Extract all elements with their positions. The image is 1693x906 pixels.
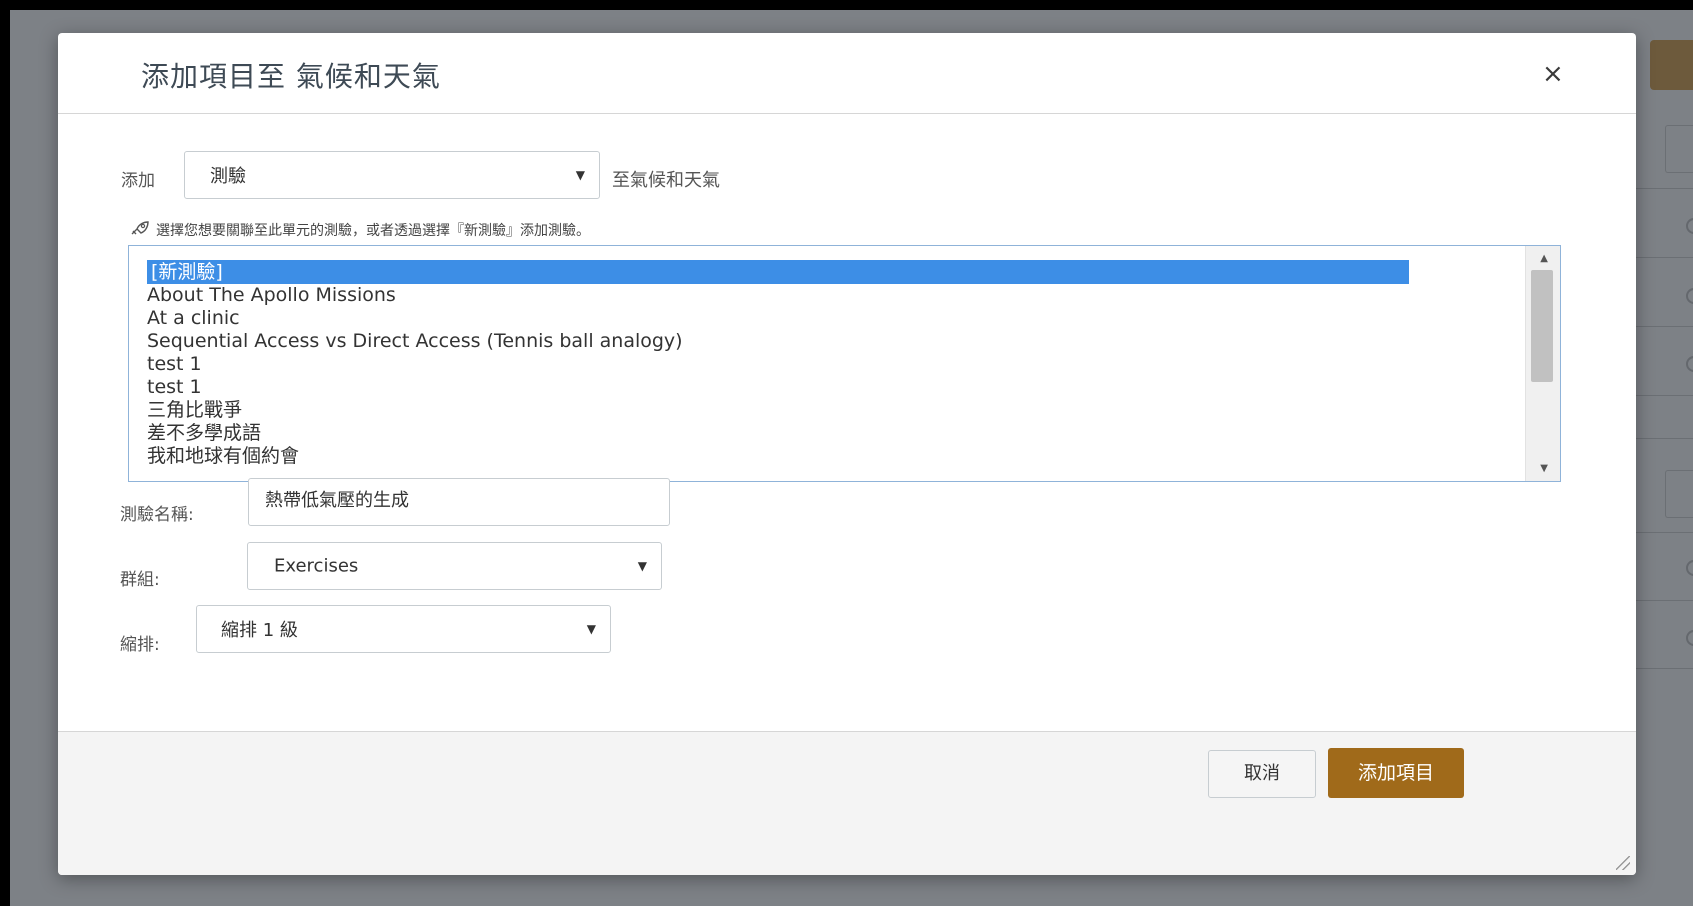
resize-handle-icon[interactable] <box>1616 856 1630 870</box>
dialog-footer: 取消 添加項目 <box>58 731 1636 875</box>
background-divider <box>1635 188 1693 189</box>
hint-text: 選擇您想要關聯至此單元的測驗，或者透過選擇『新測驗』添加測驗。 <box>156 223 590 239</box>
list-item[interactable]: 差不多學成語 <box>147 421 261 445</box>
quiz-name-input[interactable]: 熱帶低氣壓的生成 <box>248 478 670 526</box>
background-divider <box>1635 326 1693 327</box>
group-label: 群組: <box>120 570 160 590</box>
indent-label: 縮排: <box>120 635 160 655</box>
list-item[interactable]: Sequential Access vs Direct Access (Tenn… <box>147 329 683 353</box>
background-gear-icon <box>1686 356 1693 372</box>
list-item[interactable]: 我和地球有個約會 <box>147 444 299 468</box>
listbox-scrollbar[interactable]: ▲ ▼ <box>1525 246 1560 481</box>
list-item[interactable]: About The Apollo Missions <box>147 283 396 307</box>
background-divider <box>1635 532 1693 533</box>
background-field <box>1665 125 1693 173</box>
scroll-down-icon[interactable]: ▼ <box>1540 463 1548 474</box>
add-item-button[interactable]: 添加項目 <box>1328 748 1464 798</box>
background-divider <box>1635 257 1693 258</box>
indent-select[interactable]: 縮排 1 級 ▼ <box>196 605 611 653</box>
background-divider <box>1635 438 1693 439</box>
list-item[interactable]: test 1 <box>147 352 202 376</box>
group-select[interactable]: Exercises ▼ <box>247 542 662 590</box>
target-module-text: 至氣候和天氣 <box>612 170 720 191</box>
list-item[interactable]: test 1 <box>147 375 202 399</box>
list-item[interactable]: [新測驗] <box>147 260 1409 284</box>
item-type-value: 測驗 <box>210 166 246 187</box>
background-divider <box>1635 668 1693 669</box>
cancel-button[interactable]: 取消 <box>1208 750 1316 798</box>
add-item-dialog: 添加項目至 氣候和天氣 × 添加 測驗 ▼ 至氣候和天氣 選擇您想要關聯至此單元… <box>58 33 1636 875</box>
scrollbar-thumb[interactable] <box>1531 270 1553 382</box>
close-icon[interactable]: × <box>1542 61 1564 87</box>
background-divider <box>1635 395 1693 396</box>
background-gear-icon <box>1686 288 1693 304</box>
list-item[interactable]: 三角比戰爭 <box>147 398 242 422</box>
chevron-down-icon: ▼ <box>637 559 647 573</box>
chevron-down-icon: ▼ <box>575 168 585 182</box>
background-gear-icon <box>1686 218 1693 234</box>
background-button <box>1650 40 1693 90</box>
rocket-icon <box>130 220 150 240</box>
item-type-select[interactable]: 測驗 ▼ <box>184 151 600 199</box>
background-gear-icon <box>1686 560 1693 576</box>
scroll-up-icon[interactable]: ▲ <box>1540 253 1548 264</box>
chevron-down-icon: ▼ <box>586 622 596 636</box>
background-gear-icon <box>1686 630 1693 646</box>
add-label: 添加 <box>121 171 155 191</box>
indent-value: 縮排 1 級 <box>221 620 298 641</box>
quiz-name-label: 測驗名稱: <box>120 505 194 525</box>
background-divider <box>1635 600 1693 601</box>
quiz-listbox[interactable]: [新測驗] About The Apollo Missions At a cli… <box>128 245 1561 482</box>
dialog-header: 添加項目至 氣候和天氣 × <box>58 33 1636 114</box>
hint-text-row: 選擇您想要關聯至此單元的測驗，或者透過選擇『新測驗』添加測驗。 <box>130 220 590 240</box>
list-item[interactable]: At a clinic <box>147 306 240 330</box>
background-field <box>1665 470 1693 518</box>
group-value: Exercises <box>274 555 359 577</box>
dialog-title: 添加項目至 氣候和天氣 <box>141 60 441 93</box>
